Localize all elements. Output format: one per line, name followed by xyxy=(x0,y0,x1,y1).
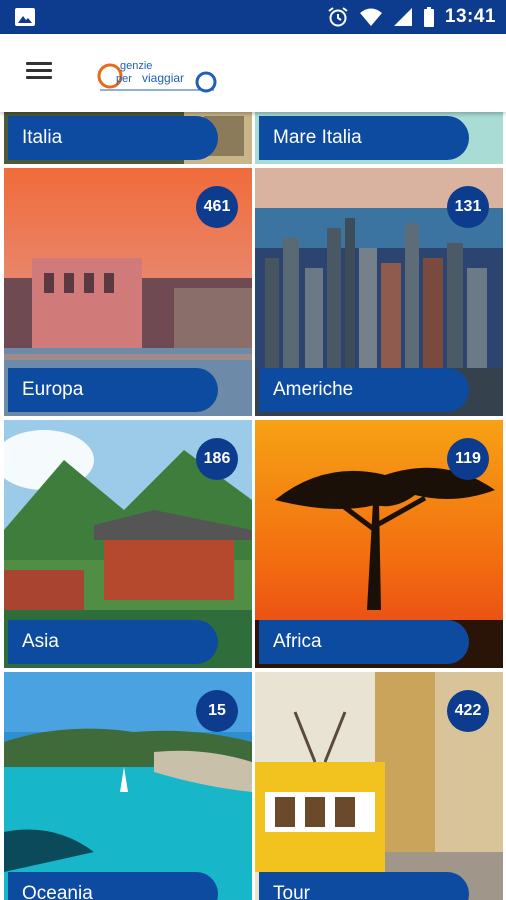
wifi-icon xyxy=(359,8,382,26)
count-badge: 131 xyxy=(447,186,489,228)
tile-tour[interactable]: 422 Tour xyxy=(255,672,503,900)
hamburger-menu-button[interactable] xyxy=(20,58,60,88)
tile-italia[interactable]: Italia xyxy=(4,112,252,164)
app-bar: genzie per viaggiar xyxy=(0,34,506,112)
tile-americhe[interactable]: 131 Americhe xyxy=(255,168,503,416)
tile-asia[interactable]: 186 Asia xyxy=(4,420,252,668)
app-logo: genzie per viaggiar xyxy=(97,60,217,93)
tile-oceania[interactable]: 15 Oceania xyxy=(4,672,252,900)
hamburger-icon xyxy=(26,62,52,65)
count-badge: 15 xyxy=(196,690,238,732)
tile-label: Mare Italia xyxy=(259,116,469,160)
svg-text:viaggiar: viaggiar xyxy=(142,71,184,85)
count-badge: 186 xyxy=(196,438,238,480)
tile-label: Africa xyxy=(259,620,469,664)
tile-label: Tour xyxy=(259,872,469,900)
count-badge: 119 xyxy=(447,438,489,480)
tile-label: Americhe xyxy=(259,368,469,412)
alarm-icon xyxy=(328,7,348,27)
tile-label: Europa xyxy=(8,368,218,412)
destinations-grid: Italia Mare Italia 461 Europa 131 Americ… xyxy=(0,112,506,900)
count-badge: 422 xyxy=(447,690,489,732)
tile-europa[interactable]: 461 Europa xyxy=(4,168,252,416)
tile-label: Oceania xyxy=(8,872,218,900)
status-bar: 13:41 xyxy=(0,0,506,34)
hamburger-icon-line xyxy=(26,76,52,79)
tile-mare-italia[interactable]: Mare Italia xyxy=(255,112,503,164)
status-time: 13:41 xyxy=(444,6,496,27)
svg-text:per: per xyxy=(116,73,132,85)
image-icon xyxy=(15,8,35,26)
battery-icon xyxy=(423,7,434,27)
hamburger-icon-line xyxy=(26,69,52,72)
tile-label: Italia xyxy=(8,116,218,160)
count-badge: 461 xyxy=(196,186,238,228)
tile-label: Asia xyxy=(8,620,218,664)
signal-icon xyxy=(393,8,412,26)
tile-africa[interactable]: 119 Africa xyxy=(255,420,503,668)
